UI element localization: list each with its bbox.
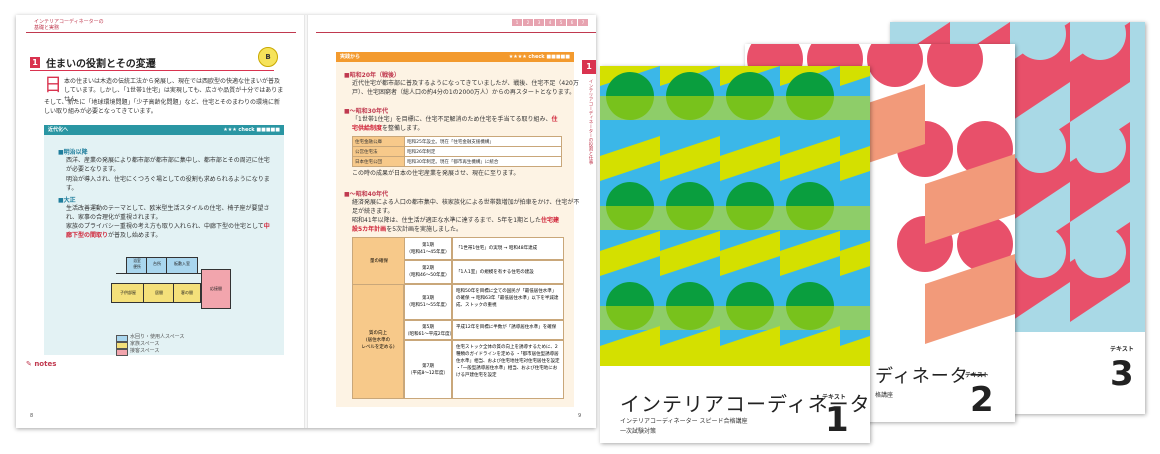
table-cell: 第1期 （昭和41〜45年度） <box>404 237 452 260</box>
floor-plan-diagram: 浴室 便所 台所 板敷入室 子供部屋 居間 客の間 応接間 <box>106 247 236 332</box>
box-check: ★★★★ check ■■■■■ <box>508 54 570 60</box>
s1-text-1: 近代住宅が都市部に普及するようになってきていましたが、戦後、住宅不足（420万 <box>352 80 579 87</box>
legend-swatch-guest <box>116 349 128 356</box>
s3-text-3: 昭和41年以降は、住生活が適正な水準に達するまで、5年を1期とした住宅建設5カ年… <box>352 217 560 233</box>
table-cell: 住宅金融公庫 <box>351 136 406 147</box>
open-book-spread: インテリアコーディネーターの 基礎と実務 1 住まいの役割とその変遷 B 日 本… <box>16 15 596 428</box>
s2-heading: ■〜昭和30年代 <box>344 108 389 115</box>
table-row: 住宅金融公庫 昭和25年設立。現在「住宅金融支援機構」 <box>351 136 562 147</box>
nav-tab-5: 5 <box>556 19 566 26</box>
s1-heading: ■昭和20年（戦後） <box>344 72 401 79</box>
legend-swatch-water <box>116 335 128 342</box>
room-children: 子供部屋 <box>111 283 145 303</box>
table-cell: 昭和50年を目標に全ての国民が「最低居住水準」の確保 → 昭和63年「最低居住水… <box>452 284 564 320</box>
cover-pattern <box>600 66 870 443</box>
room-bath: 浴室 便所 <box>126 257 148 274</box>
table-cell: 「1世帯1住宅」の実現 → 昭和48年達成 <box>452 237 564 260</box>
practice-box: 実践から ★★★★ check ■■■■■ ■昭和20年（戦後） 近代住宅が都市… <box>336 52 579 407</box>
right-page: 1 2 3 4 5 6 7 実践から ★★★★ check ■■■■■ ■昭和2… <box>306 15 596 428</box>
intro-paragraph-2: そして、新たに「地球環境問題」「少子高齢化問題」など、住宅とそのまわりの環境に新… <box>44 99 281 115</box>
meiji-text-1: 西洋、産業の発展により都市部が都市部に集中し、都市部とその周辺に住宅が必要となり… <box>66 157 270 173</box>
nav-tab-3: 3 <box>534 19 544 26</box>
cover-subtitle: 格講座 <box>875 392 894 399</box>
table-row: 日本住宅公団 昭和30年制定。現在「都市再生機構」に統合 <box>351 156 562 167</box>
cover-label: テキスト <box>1110 346 1134 353</box>
table-cell: 「1人1室」の規模を有する住宅の建設 <box>452 260 564 284</box>
info-box: 近代化へ ★★★ check ■■■■■ ■明治以降 西洋、産業の発展により都市… <box>44 125 284 356</box>
left-page: インテリアコーディネーターの 基礎と実務 1 住まいの役割とその変遷 B 日 本… <box>16 15 306 428</box>
box-title: 近代化へ <box>48 127 69 133</box>
taisho-heading: ■大正 <box>58 197 76 204</box>
table-cell: 昭和25年設立。現在「住宅金融支援機構」 <box>404 136 562 147</box>
box-check: ★★★ check ■■■■■ <box>223 127 280 133</box>
nav-tab-1: 1 <box>512 19 522 26</box>
box-header: 近代化へ ★★★ check ■■■■■ <box>44 125 284 135</box>
legend-family: 家族スペース <box>130 341 160 347</box>
room-kitchen: 台所 <box>146 257 168 274</box>
table-cell: 昭和26年制定 <box>404 146 562 157</box>
notes-label: ✎ notes <box>26 360 57 368</box>
s3-heading: ■〜昭和40年代 <box>344 191 389 198</box>
box-header: 実践から ★★★★ check ■■■■■ <box>336 52 574 62</box>
nav-tab-2: 2 <box>523 19 533 26</box>
table-cell: 質の向上 (居住水準の レベルを定める) <box>352 284 404 399</box>
page-gutter <box>304 15 308 428</box>
s2-after: この時の成果が日本の住宅産業を発展させ、現在に至ります。 <box>352 170 520 177</box>
table-cell: 量の確保 <box>352 237 406 286</box>
cover-subtitle: インテリアコーディネーター スピード合格講座 <box>620 418 748 425</box>
side-tab-number: 1 <box>582 60 596 74</box>
nav-tab-4: 4 <box>545 19 555 26</box>
table-cell: 日本住宅公団 <box>351 156 406 167</box>
table-cell: 第3期 （昭和51〜55年度） <box>404 284 452 320</box>
section-number: 1 <box>30 57 40 68</box>
section-title: 住まいの役割とその変遷 <box>46 59 156 70</box>
s1-text-2: 戸）、住宅困窮者（総人口の約4分の1の2000万人）からの再スタートとなります。 <box>352 89 576 96</box>
cover-subtitle-2: 一次試験対策 <box>620 428 657 435</box>
cover-number: 1 <box>825 400 849 440</box>
s3-text-2: 足が続きます。 <box>352 208 394 215</box>
side-tab-text: インテリアコーディネーターの役割と仕事 <box>588 79 593 165</box>
s3-text-1: 経済発展による人口の都市集中、核家族化による世帯数増加が拍車をかけ、住宅が不 <box>352 199 580 206</box>
cover-number: 2 <box>970 380 994 420</box>
legend-guest: 接客スペース <box>130 348 160 354</box>
room-guest: 客の間 <box>173 283 201 303</box>
table-cell: 昭和30年制定。現在「都市再生機構」に統合 <box>404 156 562 167</box>
table-cell: 第2期 （昭和46〜50年度） <box>404 260 452 284</box>
taisho-text-1: 生活改善運動のテーマとして、欧米型生活スタイルの住宅、椅子座が要望され、家事の合… <box>66 205 270 221</box>
page-number-left: 8 <box>30 413 34 419</box>
room-living: 居間 <box>143 283 175 303</box>
nav-tab-7: 7 <box>578 19 588 26</box>
table-row: 公営住宅法 昭和26年制定 <box>351 146 562 157</box>
title-underline <box>30 70 274 71</box>
meiji-text-2: 明治が導入され、住宅にくつろぐ場としての役割も求められるようになります。 <box>66 176 270 192</box>
nav-tab-6: 6 <box>567 19 577 26</box>
housing-plan-table: 量の確保 質の向上 (居住水準の レベルを定める) 第1期 （昭和41〜45年度… <box>352 237 564 402</box>
legend-water: 水回り・使用人スペース <box>130 334 185 340</box>
divider <box>316 32 596 33</box>
table-cell: 平成12年を目標に半数が「誘導居住水準」を確保 <box>452 320 564 340</box>
room-servant: 板敷入室 <box>166 257 198 274</box>
institution-table: 住宅金融公庫 昭和25年設立。現在「住宅金融支援機構」 公営住宅法 昭和26年制定 … <box>351 136 562 167</box>
room-reception: 応接間 <box>201 269 231 309</box>
textbook-cover-1: インテリアコーディネーター インテリアコーディネーター スピード合格講座 一次試… <box>600 66 870 443</box>
level-badge-icon: B <box>258 47 278 67</box>
legend-swatch-family <box>116 342 128 349</box>
drop-cap: 日 <box>44 75 62 96</box>
divider <box>26 32 296 33</box>
page-number-right: 9 <box>578 413 582 419</box>
cover-number: 3 <box>1110 354 1134 394</box>
s2-text: 「1世帯1住宅」を目標に、住宅不足解消のため住宅を手当てる取り組み、住宅供給制度… <box>352 116 558 132</box>
taisho-text-2: 家族のプライバシー重視の考え方も取り入れられ、中廊下型の住宅として中廊下型の間取… <box>66 223 270 239</box>
table-cell: 住宅ストック全体の質の向上を誘導するために、2種類のガイドラインを定める ・「都… <box>452 340 564 399</box>
table-cell: 第7期 （平成8〜12年度） <box>404 340 452 399</box>
meiji-heading: ■明治以降 <box>58 149 88 156</box>
running-head: インテリアコーディネーターの 基礎と実務 <box>34 19 104 31</box>
box-title: 実践から <box>340 54 361 60</box>
table-cell: 公営住宅法 <box>351 146 406 157</box>
table-cell: 第5期 （昭和61〜平成2年度） <box>404 320 454 340</box>
cover-label: テキスト <box>965 372 989 379</box>
